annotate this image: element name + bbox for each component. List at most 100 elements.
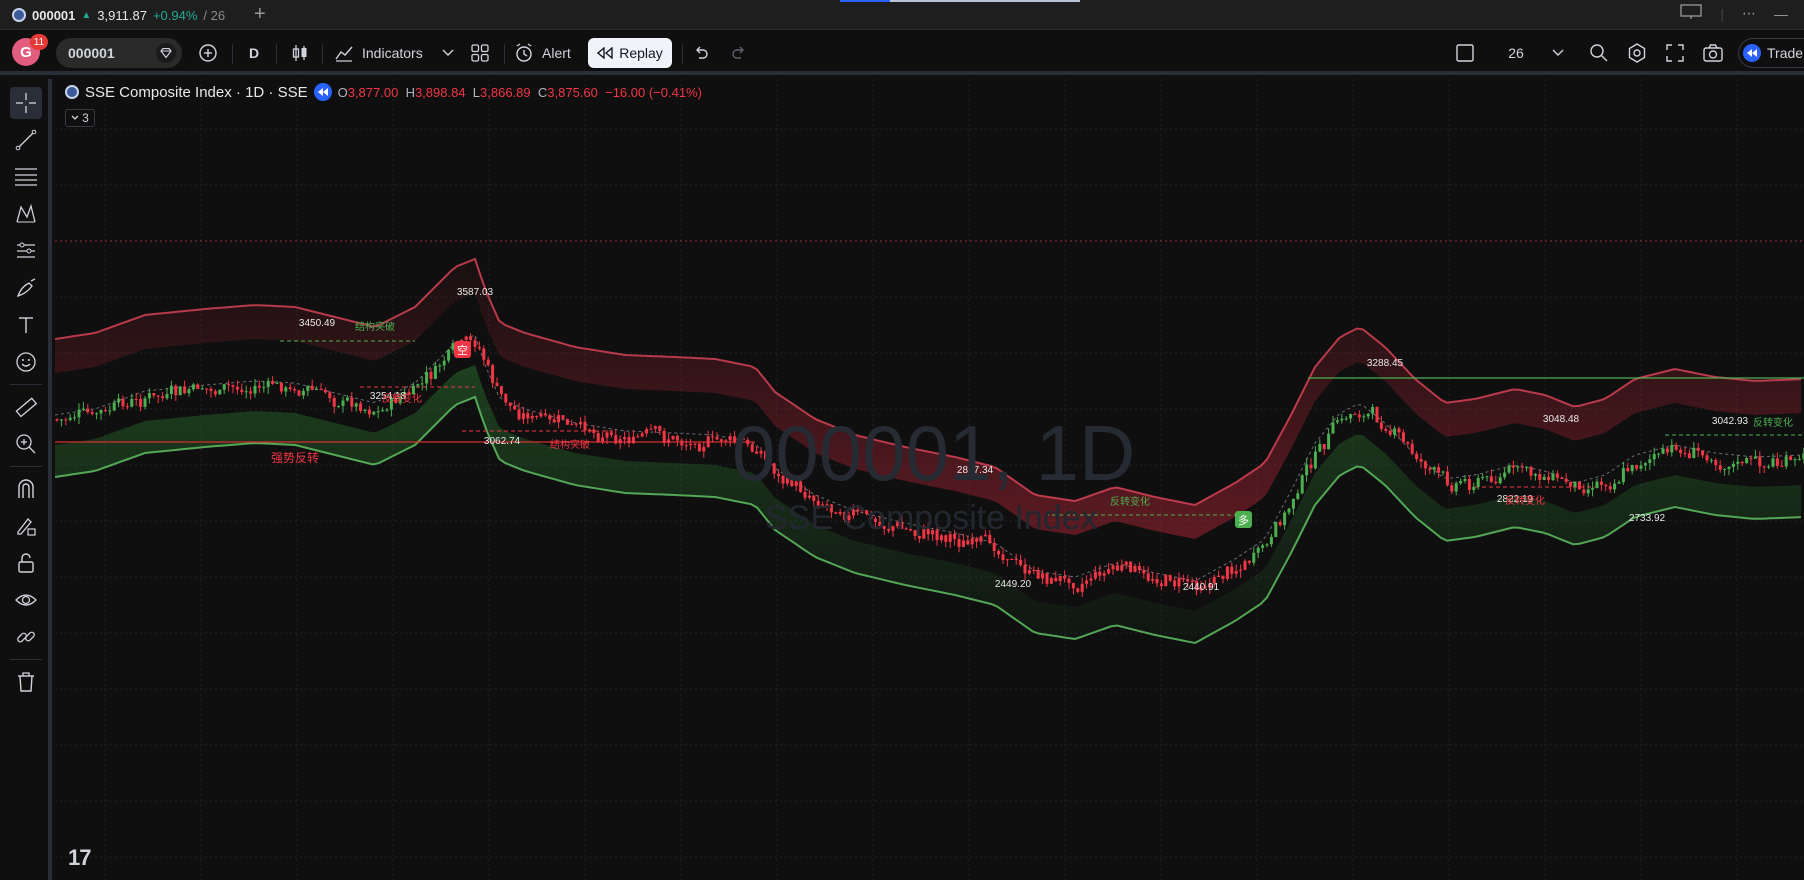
snapshot-button[interactable] xyxy=(1700,38,1726,68)
candle-body xyxy=(279,382,283,392)
candle-body xyxy=(1516,466,1520,468)
hide-drawings-tool[interactable] xyxy=(10,584,42,616)
candle-body xyxy=(433,365,437,379)
watermark-name: SSE Composite Index xyxy=(765,499,1098,537)
candle-body xyxy=(1767,466,1771,468)
tradingview-logo[interactable]: 17 xyxy=(68,845,92,871)
candle-body xyxy=(609,432,613,436)
indicators-dropdown-chevron-icon[interactable] xyxy=(438,38,458,68)
compare-add-button[interactable] xyxy=(194,38,222,68)
indicators-collapse-toggle[interactable]: 3 xyxy=(65,109,95,127)
candle-body xyxy=(152,393,156,396)
candle-body xyxy=(1573,481,1577,487)
zoom-tool[interactable] xyxy=(10,428,42,460)
link-drawings-tool[interactable] xyxy=(10,621,42,653)
chart-pane[interactable]: 3587.03 3450.49 3254.18 3062.74 3288.45 2827.… xyxy=(55,79,1804,880)
candle-body xyxy=(1569,481,1573,487)
candle-body xyxy=(1463,479,1467,482)
lock-drawings-tool[interactable] xyxy=(10,547,42,579)
fullscreen-button[interactable] xyxy=(1662,38,1688,68)
undo-button[interactable] xyxy=(688,38,714,68)
layout-dropdown-chevron-icon[interactable] xyxy=(1548,38,1568,68)
candle-body xyxy=(244,391,248,393)
brush-tool[interactable] xyxy=(10,272,42,304)
candle-body xyxy=(1353,414,1357,416)
candle-body xyxy=(359,403,363,411)
interval-button[interactable]: D xyxy=(240,38,268,68)
candle-body xyxy=(1041,573,1045,579)
legend-change: −16.00 (−0.41%) xyxy=(605,84,702,100)
candle-body xyxy=(653,426,657,429)
browser-tab-strip: 000001 ▲ 3,911.87 +0.94% / 26 + | ⋯ — xyxy=(0,0,1804,30)
candle-body xyxy=(1115,565,1119,571)
pip-icon[interactable] xyxy=(1680,4,1703,23)
candle-body xyxy=(1789,456,1793,460)
redo-button[interactable] xyxy=(726,38,752,68)
pattern-tool[interactable] xyxy=(10,198,42,230)
settings-button[interactable] xyxy=(1624,38,1650,68)
candle-body xyxy=(1274,522,1278,537)
indicators-button[interactable]: Indicators xyxy=(334,38,434,68)
candle-body xyxy=(1080,583,1084,592)
candle-body xyxy=(1287,508,1291,513)
alert-button[interactable]: Alert xyxy=(514,38,580,68)
text-tool[interactable] xyxy=(10,309,42,341)
replay-button[interactable]: Replay xyxy=(588,38,672,68)
replay-label: Replay xyxy=(619,45,663,61)
layouts-button[interactable] xyxy=(466,38,494,68)
stay-in-drawing-mode-tool[interactable] xyxy=(10,510,42,542)
plus-circle-icon xyxy=(199,44,217,62)
candle-body xyxy=(1089,578,1093,581)
gem-icon[interactable] xyxy=(156,43,176,63)
candle-body xyxy=(548,415,552,420)
trend-line-tool[interactable] xyxy=(10,124,42,156)
candle-body xyxy=(1635,465,1639,469)
magnet-tool[interactable] xyxy=(10,473,42,505)
legend-open: 3,877.00 xyxy=(347,84,399,100)
text-icon xyxy=(19,317,33,333)
new-tab-button[interactable]: + xyxy=(254,3,266,26)
quick-search-button[interactable] xyxy=(1586,38,1612,68)
symbol-search-input[interactable]: 000001 xyxy=(56,38,182,68)
candle-body xyxy=(552,419,556,423)
candle-body xyxy=(1529,466,1533,476)
candle-body xyxy=(1428,468,1432,470)
candle-body xyxy=(1423,461,1427,469)
candle-body xyxy=(1617,482,1621,484)
candle-body xyxy=(1388,430,1392,435)
candle-body xyxy=(420,383,424,385)
replay-rewind-icon[interactable] xyxy=(313,83,332,101)
legend-title[interactable]: SSE Composite Index · 1D · SSE xyxy=(85,84,308,101)
projection-tool[interactable] xyxy=(10,235,42,267)
candle-body xyxy=(1111,565,1115,570)
candle-body xyxy=(675,435,679,441)
remove-drawings-tool[interactable] xyxy=(10,666,42,698)
notification-badge: 11 xyxy=(30,34,48,50)
layout-select-button[interactable] xyxy=(1452,38,1478,68)
candle-body xyxy=(1142,570,1146,574)
emoji-tool[interactable] xyxy=(10,346,42,378)
crosshair-tool[interactable] xyxy=(10,87,42,119)
swing-price-label: 3587.03 xyxy=(457,287,494,298)
candle-body xyxy=(697,443,701,452)
candle-body xyxy=(1366,413,1370,417)
pencil-lock-icon xyxy=(17,518,36,536)
measure-tool[interactable] xyxy=(10,391,42,423)
trade-button[interactable]: Trade xyxy=(1738,38,1804,68)
layout-count[interactable]: 26 xyxy=(1494,38,1538,68)
candle-body xyxy=(301,390,305,396)
fib-tool[interactable] xyxy=(10,161,42,193)
annotation-label: 结构突破 xyxy=(355,320,395,333)
candle-body xyxy=(1327,433,1331,450)
candles-chart-type-button[interactable] xyxy=(286,38,314,68)
candle-body xyxy=(570,423,574,425)
minimize-icon[interactable]: — xyxy=(1774,6,1788,22)
more-dots-icon[interactable]: ⋯ xyxy=(1742,5,1756,22)
browser-tab[interactable]: 000001 ▲ 3,911.87 +0.94% / 26 xyxy=(4,3,233,27)
candle-body xyxy=(1731,463,1735,467)
candle-body xyxy=(1599,481,1603,485)
candle-body xyxy=(121,398,125,407)
signal-marker-text: 多 xyxy=(1238,513,1249,527)
candle-body xyxy=(169,385,173,395)
candle-body xyxy=(997,550,1001,555)
